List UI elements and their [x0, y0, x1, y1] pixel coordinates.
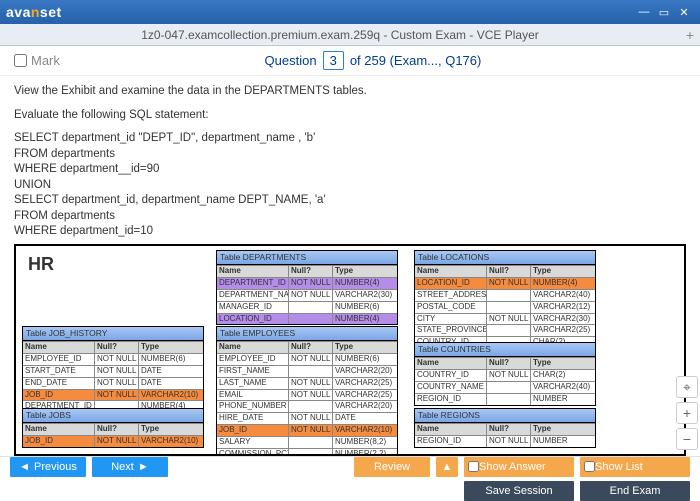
table-caption: Table REGIONS	[415, 409, 595, 423]
sql-line: WHERE department__id=90	[14, 162, 686, 178]
review-dropdown-icon[interactable]: ▲	[436, 457, 458, 477]
zoom-controls: ⌖ + −	[676, 376, 698, 454]
close-icon[interactable]: ✕	[674, 6, 694, 19]
sql-line: FROM departments	[14, 147, 686, 163]
minimize-icon[interactable]: ―	[634, 6, 654, 18]
show-answer-check[interactable]	[468, 461, 479, 472]
mark-checkbox[interactable]: Mark	[14, 53, 60, 68]
table-regions: Table REGIONS NameNull?Type REGION_IDNOT…	[414, 408, 596, 448]
show-list-button[interactable]: Show List	[580, 457, 690, 477]
add-tab-icon[interactable]: +	[680, 27, 700, 43]
titlebar: avanset ― ▭ ✕	[0, 0, 700, 24]
question-of: of 259 (Exam..., Q176)	[350, 53, 482, 68]
previous-button[interactable]: ◄ Previous	[10, 457, 86, 477]
logo: avanset	[6, 4, 62, 20]
show-list-check[interactable]	[584, 461, 595, 472]
maximize-icon[interactable]: ▭	[654, 6, 674, 19]
sql-line: FROM departments	[14, 209, 686, 225]
question-label: Question	[265, 53, 317, 68]
next-button[interactable]: Next ►	[92, 457, 168, 477]
save-session-button[interactable]: Save Session	[464, 481, 574, 501]
next-label: Next	[111, 461, 134, 473]
question-number: 3	[323, 51, 344, 70]
question-text-1: View the Exhibit and examine the data in…	[14, 84, 686, 100]
sql-line: SELECT department_id "DEPT_ID", departme…	[14, 131, 686, 147]
table-employees: Table EMPLOYEES NameNull?Type EMPLOYEE_I…	[216, 326, 398, 456]
table-job-history: Table JOB_HISTORY NameNull?Type EMPLOYEE…	[22, 326, 204, 413]
sql-block: SELECT department_id "DEPT_ID", departme…	[14, 131, 686, 240]
table-caption: Table JOB_HISTORY	[23, 327, 203, 341]
window-title: 1z0-047.examcollection.premium.exam.259q…	[0, 28, 680, 42]
show-answer-button[interactable]: Show Answer	[464, 457, 574, 477]
zoom-reset-icon[interactable]: ⌖	[676, 376, 698, 398]
table-caption: Table DEPARTMENTS	[217, 251, 397, 265]
sql-line: WHERE department_id=10	[14, 224, 686, 240]
show-list-label: Show List	[595, 461, 690, 473]
sql-line: SELECT department_id, department_name DE…	[14, 193, 686, 209]
table-departments: Table DEPARTMENTS NameNull?Type DEPARTME…	[216, 250, 398, 325]
logo-text-post: set	[40, 4, 62, 20]
question-text-2: Evaluate the following SQL statement:	[14, 108, 686, 124]
logo-text-accent: n	[31, 4, 40, 20]
zoom-out-icon[interactable]: −	[676, 428, 698, 450]
table-locations: Table LOCATIONS NameNull?Type LOCATION_I…	[414, 250, 596, 349]
question-bar: Mark Question 3 of 259 (Exam..., Q176)	[0, 46, 700, 76]
mark-checkbox-input[interactable]	[14, 54, 27, 67]
footer: ◄ Previous Next ► Review ▲ Show Answer S…	[0, 456, 700, 500]
header: 1z0-047.examcollection.premium.exam.259q…	[0, 24, 700, 46]
end-exam-button[interactable]: End Exam	[580, 481, 690, 501]
diagram-title: HR	[28, 252, 54, 276]
mark-label: Mark	[31, 53, 60, 68]
table-jobs: Table JOBS NameNull?Type JOB_IDNOT NULLV…	[22, 408, 204, 448]
er-diagram[interactable]: HR Table DEPARTMENTS NameNull?Type DEPAR…	[14, 244, 686, 456]
zoom-in-icon[interactable]: +	[676, 402, 698, 424]
table-caption: Table LOCATIONS	[415, 251, 595, 265]
sql-line: UNION	[14, 178, 686, 194]
table-caption: Table EMPLOYEES	[217, 327, 397, 341]
content-area: View the Exhibit and examine the data in…	[0, 76, 700, 456]
logo-text-pre: ava	[6, 4, 31, 20]
review-button[interactable]: Review	[354, 457, 430, 477]
show-answer-label: Show Answer	[479, 461, 574, 473]
table-caption: Table JOBS	[23, 409, 203, 423]
previous-label: Previous	[34, 461, 77, 473]
table-caption: Table COUNTRIES	[415, 343, 595, 357]
table-countries: Table COUNTRIES NameNull?Type COUNTRY_ID…	[414, 342, 596, 406]
